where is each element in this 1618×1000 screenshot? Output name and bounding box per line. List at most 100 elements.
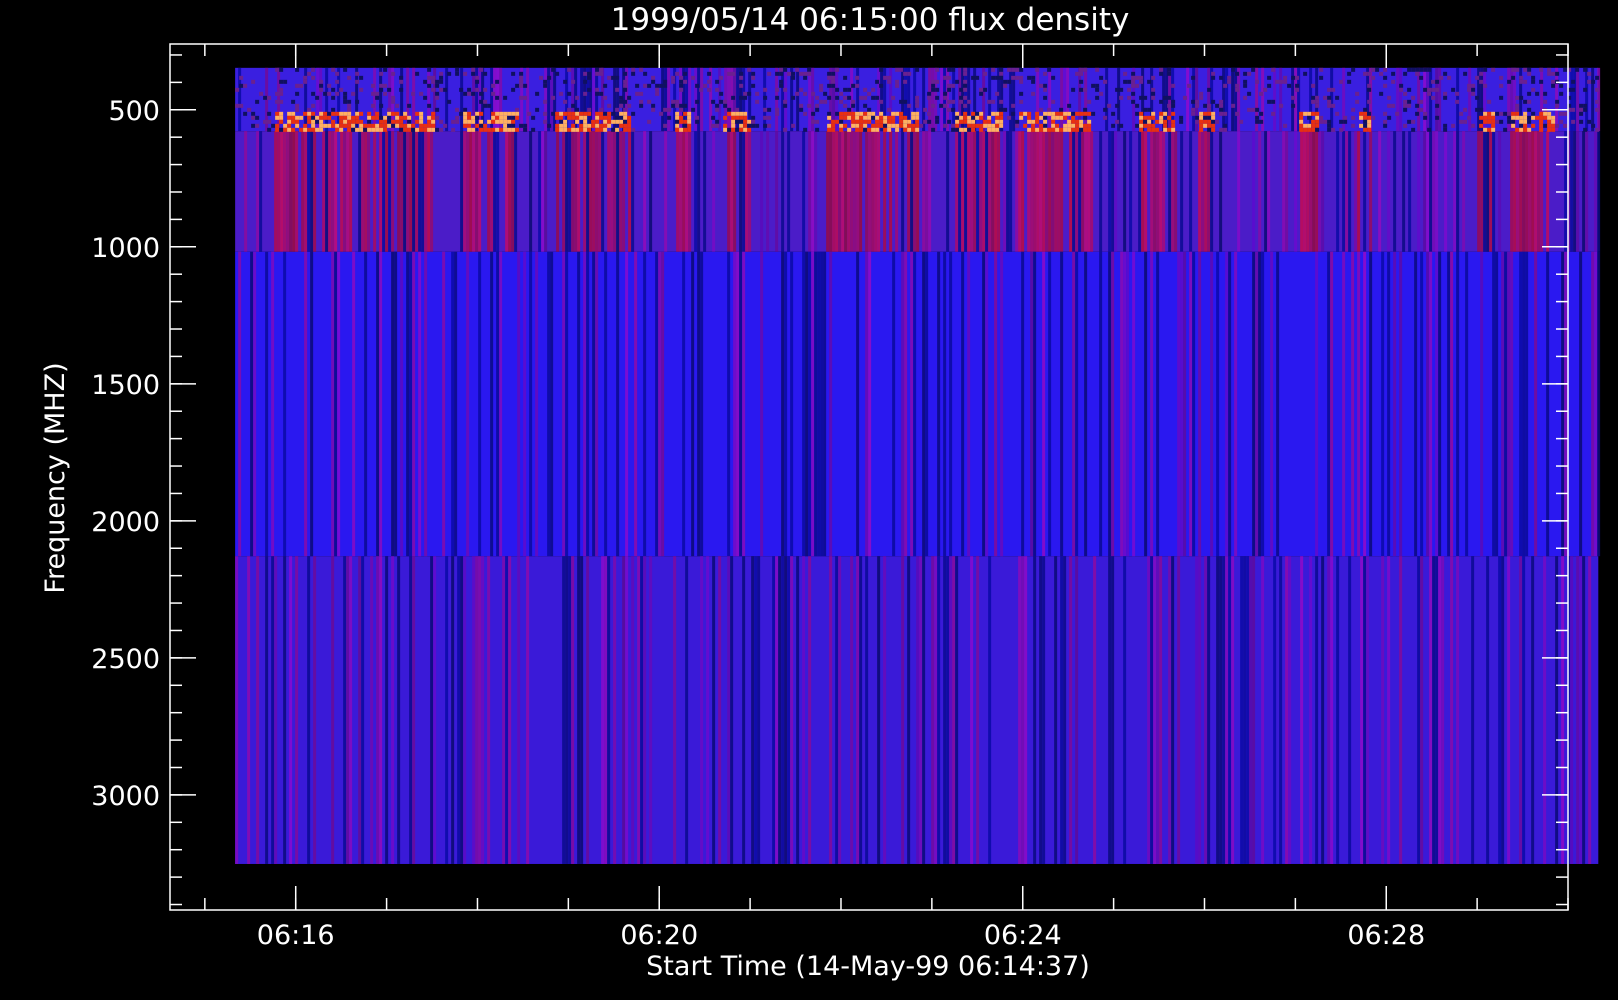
- heatmap-cell: [623, 115, 628, 120]
- heatmap-cell: [475, 79, 480, 84]
- heatmap-cell: [1438, 251, 1442, 557]
- heatmap-cell: [955, 119, 960, 124]
- heatmap-cell: [361, 131, 365, 252]
- heatmap-cell: [1507, 119, 1512, 124]
- heatmap-cell: [715, 79, 720, 84]
- heatmap-cell: [1191, 75, 1196, 80]
- heatmap-cell: [483, 123, 488, 128]
- heatmap-cell: [1143, 107, 1148, 112]
- heatmap-cell: [1138, 131, 1142, 252]
- heatmap-cell: [243, 111, 248, 116]
- heatmap-cell: [604, 251, 608, 557]
- heatmap-cell: [631, 131, 635, 252]
- heatmap-cell: [463, 556, 467, 864]
- heatmap-cell: [371, 103, 376, 108]
- heatmap-cell: [363, 127, 368, 132]
- heatmap-cell: [507, 123, 512, 128]
- heatmap-cell: [868, 131, 872, 252]
- heatmap-cell: [1132, 251, 1136, 557]
- heatmap-cell: [1060, 556, 1064, 864]
- heatmap-cell: [1159, 67, 1164, 72]
- heatmap-cell: [1480, 67, 1484, 132]
- heatmap-cell: [412, 67, 416, 132]
- heatmap-cell: [775, 87, 780, 92]
- heatmap-cell: [947, 99, 952, 104]
- heatmap-cell: [915, 67, 920, 72]
- heatmap-cell: [943, 91, 948, 96]
- heatmap-cell: [747, 67, 752, 72]
- heatmap-cell: [495, 111, 500, 116]
- heatmap-cell: [745, 131, 749, 252]
- heatmap-cell: [796, 556, 800, 864]
- heatmap-cell: [275, 99, 280, 104]
- heatmap-cell: [1031, 75, 1036, 80]
- heatmap-cell: [419, 119, 424, 124]
- heatmap-cell: [1180, 131, 1184, 252]
- heatmap-cell: [505, 556, 509, 864]
- heatmap-cell: [887, 115, 892, 120]
- heatmap-cell: [631, 67, 636, 72]
- heatmap-cell: [1151, 115, 1156, 120]
- heatmap-cell: [823, 91, 828, 96]
- heatmap-cell: [913, 251, 917, 557]
- heatmap-cell: [943, 251, 947, 557]
- heatmap-cell: [1555, 71, 1560, 76]
- heatmap-cell: [379, 123, 384, 128]
- heatmap-cell: [754, 556, 758, 864]
- heatmap-cell: [1115, 87, 1120, 92]
- heatmap-cell: [835, 87, 840, 92]
- heatmap-cell: [839, 91, 844, 96]
- heatmap-cell: [775, 95, 780, 100]
- heatmap-cell: [907, 103, 912, 108]
- heatmap-cell: [347, 99, 352, 104]
- heatmap-cell: [343, 119, 348, 124]
- heatmap-cell: [1579, 103, 1584, 108]
- heatmap-cell: [1147, 115, 1152, 120]
- heatmap-cell: [451, 251, 455, 557]
- heatmap-cell: [935, 119, 940, 124]
- heatmap-cell: [623, 127, 628, 132]
- heatmap-cell: [499, 119, 504, 124]
- heatmap-cell: [467, 111, 472, 116]
- heatmap-cell: [331, 111, 336, 116]
- heatmap-cell: [747, 119, 752, 124]
- heatmap-cell: [1207, 127, 1212, 132]
- heatmap-cell: [967, 99, 972, 104]
- heatmap-cell: [1043, 83, 1048, 88]
- heatmap-cell: [1071, 127, 1076, 132]
- heatmap-cell: [1283, 123, 1288, 128]
- heatmap-cell: [683, 123, 688, 128]
- heatmap-cell: [808, 131, 812, 252]
- heatmap-cell: [415, 71, 420, 76]
- heatmap-cell: [1151, 95, 1156, 100]
- heatmap-cell: [263, 95, 268, 100]
- heatmap-cell: [1311, 123, 1316, 128]
- heatmap-cell: [999, 75, 1004, 80]
- heatmap-cell: [1595, 99, 1600, 104]
- heatmap-cell: [311, 75, 316, 80]
- heatmap-cell: [460, 131, 464, 252]
- heatmap-cell: [1055, 111, 1060, 116]
- heatmap-cell: [1105, 67, 1109, 132]
- heatmap-cell: [1075, 111, 1080, 116]
- heatmap-cell: [867, 127, 872, 132]
- heatmap-cell: [1131, 79, 1136, 84]
- heatmap-cell: [1311, 99, 1316, 104]
- heatmap-cell: [583, 131, 587, 252]
- heatmap-cell: [903, 71, 908, 76]
- heatmap-cell: [659, 111, 664, 116]
- heatmap-cell: [1019, 79, 1024, 84]
- heatmap-cell: [1583, 87, 1588, 92]
- heatmap-cell: [1537, 131, 1541, 252]
- heatmap-cell: [323, 111, 328, 116]
- heatmap-cell: [843, 111, 848, 116]
- heatmap-cell: [851, 99, 856, 104]
- heatmap-cell: [347, 107, 352, 112]
- heatmap-cell: [1327, 87, 1332, 92]
- heatmap-cell: [1477, 131, 1481, 252]
- heatmap-cell: [839, 127, 844, 132]
- heatmap-cell: [1003, 83, 1008, 88]
- heatmap-cell: [851, 115, 856, 120]
- heatmap-cell: [910, 251, 914, 557]
- heatmap-cell: [851, 119, 856, 124]
